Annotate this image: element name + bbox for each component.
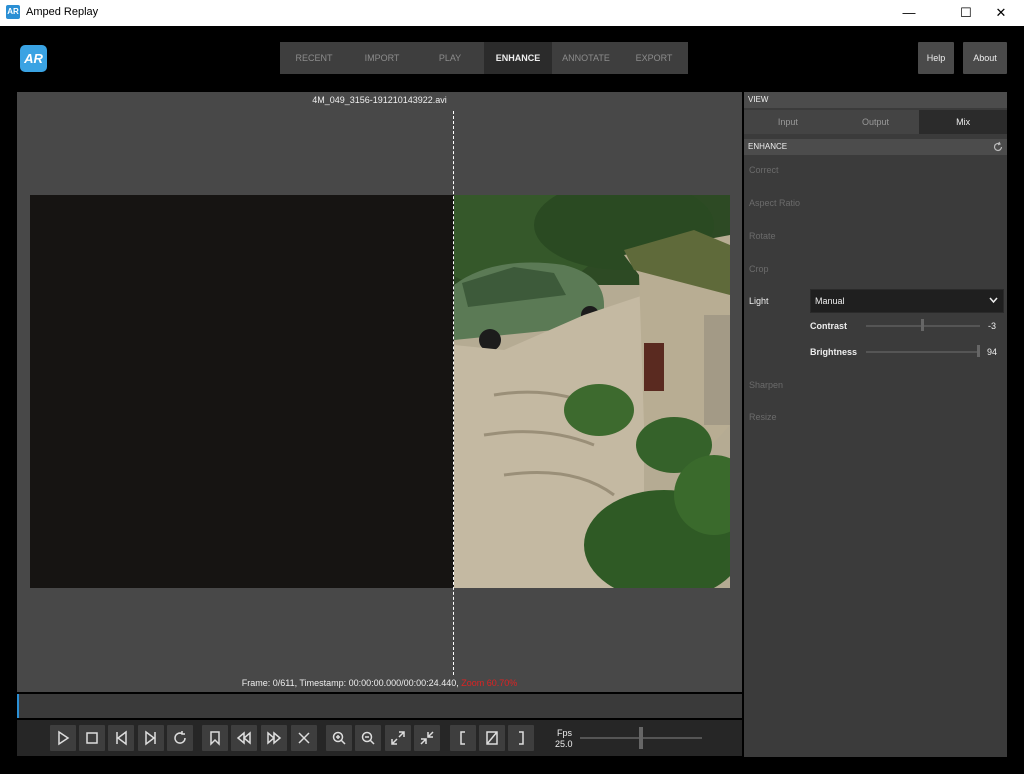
frame-timestamp: Frame: 0/611, Timestamp: 00:00:00.000/00… bbox=[241, 678, 459, 688]
clear-marks-icon[interactable] bbox=[479, 725, 505, 751]
contrast-slider-thumb[interactable] bbox=[920, 319, 924, 331]
help-button[interactable]: Help bbox=[918, 42, 954, 74]
tab-mix[interactable]: Mix bbox=[919, 110, 1008, 134]
contrast-value: -3 bbox=[988, 321, 997, 331]
view-tabs: Input Output Mix bbox=[744, 110, 1008, 134]
input-frame bbox=[30, 195, 454, 588]
window-title: Amped Replay bbox=[26, 6, 99, 18]
bookmark-icon[interactable] bbox=[202, 725, 228, 751]
timeline-cursor[interactable] bbox=[17, 694, 19, 718]
fps-value: 25.0 bbox=[555, 739, 573, 749]
filter-rotate[interactable]: Rotate bbox=[749, 231, 776, 241]
reset-icon[interactable] bbox=[992, 141, 1004, 153]
light-mode-value: Manual bbox=[815, 296, 845, 306]
filter-resize[interactable]: Resize bbox=[749, 412, 777, 422]
stop-icon[interactable] bbox=[79, 725, 105, 751]
filter-light[interactable]: Light bbox=[749, 296, 769, 306]
brightness-slider[interactable] bbox=[866, 351, 980, 353]
tab-export[interactable]: EXPORT bbox=[620, 42, 688, 74]
play-icon[interactable] bbox=[50, 725, 76, 751]
zoom-in-icon[interactable] bbox=[326, 725, 352, 751]
rewind-icon[interactable] bbox=[231, 725, 257, 751]
about-button[interactable]: About bbox=[963, 42, 1007, 74]
main-tabs: RECENT IMPORT PLAY ENHANCE ANNOTATE EXPO… bbox=[280, 42, 688, 74]
brightness-value: 94 bbox=[987, 347, 998, 357]
mark-out-icon[interactable] bbox=[508, 725, 534, 751]
fit-shrink-icon[interactable] bbox=[414, 725, 440, 751]
zoom-level: Zoom 60.70% bbox=[461, 678, 518, 688]
previous-frame-icon[interactable] bbox=[108, 725, 134, 751]
contrast-label: Contrast bbox=[810, 321, 848, 331]
tab-output[interactable]: Output bbox=[832, 110, 920, 134]
view-header: VIEW bbox=[744, 92, 1007, 108]
clear-icon[interactable] bbox=[291, 725, 317, 751]
app-logo: AR bbox=[20, 45, 47, 72]
close-icon[interactable]: ✕ bbox=[978, 0, 1024, 26]
zoom-out-icon[interactable] bbox=[355, 725, 381, 751]
next-frame-icon[interactable] bbox=[138, 725, 164, 751]
output-frame bbox=[454, 195, 730, 588]
settings-panel bbox=[744, 92, 1007, 757]
mix-split-line[interactable] bbox=[453, 111, 454, 675]
brightness-label: Brightness bbox=[810, 347, 858, 357]
tab-input[interactable]: Input bbox=[744, 110, 832, 134]
tab-annotate[interactable]: ANNOTATE bbox=[552, 42, 620, 74]
timeline[interactable] bbox=[17, 694, 742, 718]
tab-import[interactable]: IMPORT bbox=[348, 42, 416, 74]
loop-icon[interactable] bbox=[167, 725, 193, 751]
fps-label: Fps bbox=[557, 728, 573, 738]
chevron-down-icon bbox=[989, 297, 998, 304]
minimize-icon[interactable]: — bbox=[886, 0, 932, 26]
fps-slider-thumb[interactable] bbox=[638, 727, 643, 749]
view-header-label: VIEW bbox=[748, 95, 769, 104]
title-bar: AR Amped Replay — ☐ ✕ bbox=[0, 0, 1024, 26]
video-filename: 4M_049_3156-191210143922.avi bbox=[312, 95, 447, 105]
tab-enhance[interactable]: ENHANCE bbox=[484, 42, 552, 74]
filter-crop[interactable]: Crop bbox=[749, 264, 769, 274]
light-mode-select[interactable]: Manual bbox=[810, 289, 1004, 313]
enhance-header-label: ENHANCE bbox=[748, 142, 788, 151]
filter-sharpen[interactable]: Sharpen bbox=[749, 380, 783, 390]
app-icon: AR bbox=[6, 5, 20, 19]
enhanced-scene-image bbox=[454, 195, 730, 588]
mark-in-icon[interactable] bbox=[450, 725, 476, 751]
fit-expand-icon[interactable] bbox=[385, 725, 411, 751]
enhance-header: ENHANCE bbox=[744, 139, 1007, 155]
fast-forward-icon[interactable] bbox=[261, 725, 287, 751]
filter-aspect-ratio[interactable]: Aspect Ratio bbox=[749, 198, 800, 208]
brightness-slider-thumb[interactable] bbox=[976, 345, 980, 357]
tab-play[interactable]: PLAY bbox=[416, 42, 484, 74]
filter-correct[interactable]: Correct bbox=[749, 165, 779, 175]
tab-recent[interactable]: RECENT bbox=[280, 42, 348, 74]
frame-status: Frame: 0/611, Timestamp: 00:00:00.000/00… bbox=[17, 678, 742, 688]
